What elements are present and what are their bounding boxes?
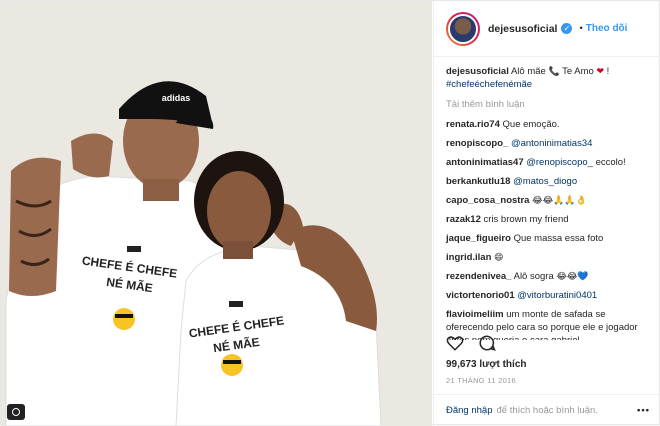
comment-text: Alô sogra [513,271,554,282]
post-date: 21 THÁNG 11 2016 [446,376,516,385]
cap-brand-text: adidas [162,93,191,103]
heart-like-icon[interactable] [446,334,464,352]
comment-text: Que emoção. [502,119,560,130]
follow-button[interactable]: Theo dõi [586,23,628,34]
comment-item: jaque_figueiro Que massa essa foto [446,232,649,245]
caption-text-2: Te Amo [562,66,594,77]
instagram-post: CHEFE É CHEFE NÉ MÃE CHEFE É CHEFE NÉ MÃ… [0,0,660,426]
header-separator: • [579,23,583,34]
comments-list[interactable]: dejesusoficial Alô mãe 📞 Te Amo ❤ ! #che… [434,57,660,340]
comment-username[interactable]: victortenorio01 [446,290,515,301]
post-footer: Đăng nhập để thích hoặc bình luận. ••• [434,394,660,426]
avatar[interactable] [446,11,480,46]
more-options-button[interactable]: ••• [637,405,650,416]
comment-username[interactable]: ingrid.ilan [446,252,491,263]
comment-item: razak12 cris brown my friend [446,213,649,226]
action-bar [446,334,496,352]
comment-mention[interactable]: @renopiscopo_ [526,157,593,168]
comment-username[interactable]: renopiscopo_ [446,138,508,149]
load-more-comments-button[interactable]: Tải thêm bình luận [446,99,649,110]
comment-item: renata.rio74 Que emoção. [446,118,649,131]
comment-username[interactable]: flavioimeliim [446,309,504,320]
comment-username[interactable]: jaque_figueiro [446,233,511,244]
telephone-icon: 📞 [548,66,560,76]
comment-text: eccolo! [592,157,626,168]
likes-count[interactable]: 99,673 lượt thích [446,359,527,370]
comment-username[interactable]: razak12 [446,214,481,225]
post-sidebar: dejesusoficial ✓ • Theo dõi dejesusofici… [433,1,660,426]
comment-mention[interactable]: @antoninimatias34 [511,138,592,149]
comment-text: Que massa essa foto [513,233,604,244]
comment-username[interactable]: antoninimatias47 [446,157,524,168]
comment-username[interactable]: renata.rio74 [446,119,500,130]
heart-icon: ❤ [596,66,605,76]
comment-item: berkankutlu18 @matos_diogo [446,175,649,188]
comment-item: renopiscopo_ @antoninimatias34 [446,137,649,150]
caption-text-3: ! [606,66,610,77]
post-header: dejesusoficial ✓ • Theo dõi [434,1,660,57]
footer-text: để thích hoặc bình luận. [496,405,598,416]
comment-mention[interactable]: @vitorburatini0401 [517,290,597,301]
verified-badge-icon: ✓ [561,23,573,34]
comment-username[interactable]: capo_cosa_nostra [446,195,529,206]
comment-username[interactable]: rezendenivea_ [446,271,511,282]
comment-emoji: 😂😂🙏🙏👌 [532,195,587,205]
photo-illustration: CHEFE É CHEFE NÉ MÃE CHEFE É CHEFE NÉ MÃ… [1,1,432,426]
comment-item: ingrid.ilan 😄 [446,251,649,264]
comment-item: capo_cosa_nostra 😂😂🙏🙏👌 [446,194,649,207]
comment-emoji: 😄 [494,252,504,262]
comment-item: rezendenivea_ Alô sogra 😂😂💙 [446,270,649,283]
comment-mention[interactable]: @matos_diogo [513,176,577,187]
comment-username[interactable]: berkankutlu18 [446,176,510,187]
caption-text-1: Alô mãe [510,66,546,77]
caption-username[interactable]: dejesusoficial [446,66,509,77]
header-username[interactable]: dejesusoficial [488,23,557,35]
caption-hashtag[interactable]: #chefeéchefenémãe [446,79,532,90]
post-photo[interactable]: CHEFE É CHEFE NÉ MÃE CHEFE É CHEFE NÉ MÃ… [1,1,432,426]
comment-text: cris brown my friend [483,214,569,225]
login-link[interactable]: Đăng nhập [446,405,492,416]
comment-bubble-icon[interactable] [478,334,496,352]
caption: dejesusoficial Alô mãe 📞 Te Amo ❤ ! #che… [446,65,649,91]
comment-emoji: 😂😂💙 [556,271,589,281]
comment-item: victortenorio01 @vitorburatini0401 [446,289,649,302]
comment-item: antoninimatias47 @renopiscopo_ eccolo! [446,156,649,169]
camera-icon[interactable] [7,404,25,420]
